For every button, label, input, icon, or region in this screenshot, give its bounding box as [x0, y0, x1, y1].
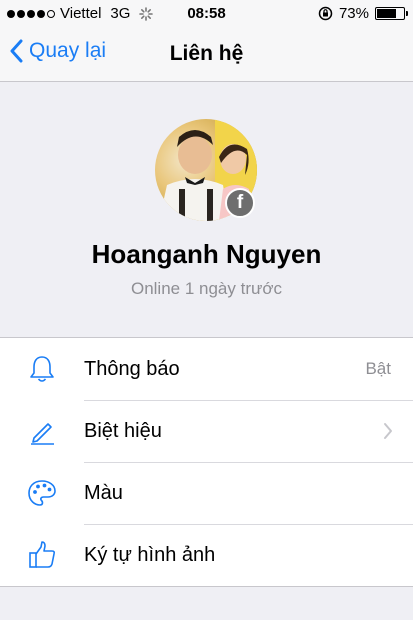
notifications-row[interactable]: Thông báo Bật [0, 338, 413, 400]
notifications-value: Bật [365, 359, 391, 378]
emoji-row[interactable]: Ký tự hình ảnh [0, 524, 413, 586]
contact-name: Hoanganh Nguyen [91, 239, 322, 269]
facebook-badge-icon: f [225, 188, 255, 218]
page-title: Liên hệ [169, 42, 244, 65]
bell-icon [26, 353, 58, 385]
contact-status: Online 1 ngày trước [130, 279, 283, 298]
rotation-lock-icon [318, 6, 333, 21]
notifications-label: Thông báo [84, 357, 180, 380]
status-bar-right: 73% [318, 5, 408, 22]
row-divider [84, 462, 413, 463]
thumbs-up-icon [26, 539, 58, 571]
status-bar: Viettel 3G 08:58 73% [0, 0, 413, 28]
nickname-label: Biệt hiệu [84, 419, 162, 442]
emoji-label: Ký tự hình ảnh [84, 543, 216, 566]
pencil-icon [26, 415, 58, 447]
battery-icon [375, 7, 408, 20]
color-label: Màu [84, 481, 123, 504]
profile-header: f Hoanganh Nguyen Online 1 ngày trước [0, 82, 413, 337]
row-divider [84, 524, 413, 525]
battery-fill [377, 9, 396, 18]
nickname-row[interactable]: Biệt hiệu [0, 400, 413, 462]
chevron-right-icon [384, 423, 392, 439]
row-divider [84, 400, 413, 401]
settings-list: Thông báo Bật Biệt hiệu Màu Ký tự hình ả… [0, 337, 413, 587]
color-row[interactable]: Màu [0, 462, 413, 524]
navigation-bar: Quay lại Liên hệ [0, 28, 413, 82]
palette-icon [26, 477, 58, 509]
battery-percent: 73% [338, 5, 369, 22]
